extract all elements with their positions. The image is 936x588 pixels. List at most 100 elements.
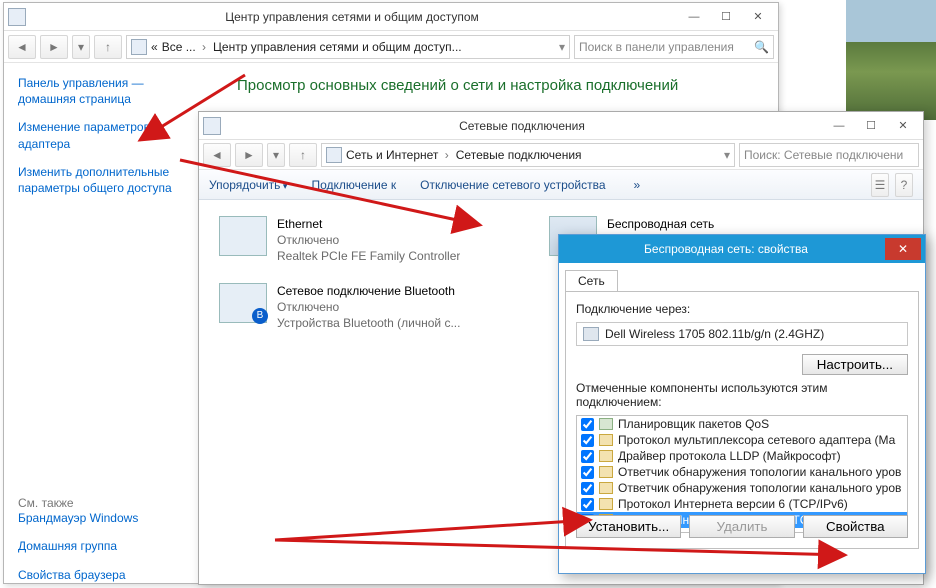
nav-bar: ◄ ► ▾ ↑ « Все ... Центр управления сетям… — [4, 31, 778, 63]
search-placeholder: Поиск в панели управления — [579, 40, 734, 54]
toolbar: Упорядочить Подключение к Отключение сет… — [199, 170, 923, 200]
window-title: Центр управления сетями и общим доступом — [26, 10, 678, 24]
dialog-title: Беспроводная сеть: свойства — [567, 242, 885, 256]
properties-button[interactable]: Свойства — [803, 515, 908, 538]
titlebar: Сетевые подключения — ☐ ✕ — [199, 112, 923, 140]
protocol-icon — [599, 466, 613, 478]
up-button[interactable]: ↑ — [289, 143, 317, 167]
component-label: Планировщик пакетов QoS — [618, 417, 769, 431]
protocol-icon — [599, 434, 613, 446]
dialog-wifi-properties: Беспроводная сеть: свойства ✕ Сеть Подкл… — [558, 234, 926, 574]
sidebar-link-home[interactable]: Панель управления — домашняя страница — [18, 75, 204, 107]
chevron-icon[interactable]: » — [634, 178, 641, 192]
protocol-icon — [599, 450, 613, 462]
close-button[interactable]: ✕ — [885, 238, 921, 260]
breadcrumb[interactable]: Центр управления сетями и общим доступ..… — [213, 40, 468, 54]
search-icon: 🔍 — [754, 40, 769, 54]
minimize-button[interactable]: — — [678, 6, 710, 28]
window-title: Сетевые подключения — [221, 119, 823, 133]
breadcrumb[interactable]: Сетевые подключения — [456, 148, 588, 162]
component-checkbox[interactable] — [581, 482, 594, 495]
component-checkbox[interactable] — [581, 434, 594, 447]
forward-button[interactable]: ► — [235, 143, 263, 167]
adapter-name: Dell Wireless 1705 802.11b/g/n (2.4GHZ) — [605, 327, 824, 341]
component-item[interactable]: Протокол Интернета версии 6 (TCP/IPv6) — [577, 496, 908, 512]
adapter-name: Беспроводная сеть — [607, 216, 714, 232]
recent-button[interactable]: ▾ — [267, 143, 285, 167]
component-item[interactable]: Планировщик пакетов QoS — [577, 416, 908, 432]
sidebar: Панель управления — домашняя страница Из… — [4, 63, 219, 583]
component-checkbox[interactable] — [581, 450, 594, 463]
dropdown-icon[interactable]: ▾ — [724, 148, 730, 162]
component-label: Ответчик обнаружения топологии канальног… — [618, 465, 901, 479]
forward-button[interactable]: ► — [40, 35, 68, 59]
ethernet-icon — [219, 216, 267, 256]
address-bar[interactable]: Сеть и Интернет Сетевые подключения ▾ — [321, 143, 735, 167]
tab-panel: Подключение через: Dell Wireless 1705 80… — [565, 291, 919, 549]
up-button[interactable]: ↑ — [94, 35, 122, 59]
sidebar-link-homegroup[interactable]: Домашняя группа — [18, 538, 204, 554]
tool-disable[interactable]: Отключение сетевого устройства — [420, 178, 605, 192]
component-item[interactable]: Ответчик обнаружения топологии канальног… — [577, 480, 908, 496]
component-item[interactable]: Драйвер протокола LLDP (Майкрософт) — [577, 448, 908, 464]
service-icon — [599, 418, 613, 430]
back-button[interactable]: ◄ — [8, 35, 36, 59]
adapter-device: Устройства Bluetooth (личной с... — [277, 315, 460, 331]
configure-button[interactable]: Настроить... — [802, 354, 908, 375]
component-label: Драйвер протокола LLDP (Майкрософт) — [618, 449, 841, 463]
sidebar-link-adapter-settings[interactable]: Изменение параметров адаптера — [18, 119, 204, 151]
connect-using-label: Подключение через: — [576, 302, 908, 316]
page-title: Просмотр основных сведений о сети и наст… — [237, 77, 760, 94]
remove-button: Удалить — [689, 515, 794, 538]
see-also-label: См. также — [18, 496, 204, 510]
back-button[interactable]: ◄ — [203, 143, 231, 167]
titlebar: Центр управления сетями и общим доступом… — [4, 3, 778, 31]
bluetooth-icon — [219, 283, 267, 323]
breadcrumb[interactable]: Сеть и Интернет — [346, 148, 452, 162]
adapter-bluetooth[interactable]: Сетевое подключение Bluetooth Отключено … — [219, 283, 519, 332]
component-checkbox[interactable] — [581, 466, 594, 479]
protocol-icon — [599, 482, 613, 494]
view-icon[interactable]: ☰ — [871, 173, 889, 197]
component-label: Ответчик обнаружения топологии канальног… — [618, 481, 901, 495]
protocol-icon — [599, 498, 613, 510]
cp-icon — [131, 39, 147, 55]
adapter-name: Сетевое подключение Bluetooth — [277, 283, 460, 299]
tool-connect[interactable]: Подключение к — [311, 178, 396, 192]
app-icon — [203, 117, 221, 135]
adapter-device: Realtek PCIe FE Family Controller — [277, 248, 460, 264]
install-button[interactable]: Установить... — [576, 515, 681, 538]
sidebar-link-advanced-sharing[interactable]: Изменить дополнительные параметры общего… — [18, 164, 204, 196]
maximize-button[interactable]: ☐ — [855, 115, 887, 137]
maximize-button[interactable]: ☐ — [710, 6, 742, 28]
adapter-status: Отключено — [277, 299, 460, 315]
minimize-button[interactable]: — — [823, 115, 855, 137]
component-label: Протокол мультиплексора сетевого адаптер… — [618, 433, 895, 447]
sidebar-link-firewall[interactable]: Брандмауэр Windows — [18, 510, 204, 526]
component-item[interactable]: Протокол мультиплексора сетевого адаптер… — [577, 432, 908, 448]
nic-icon — [583, 327, 599, 341]
chevron-icon: « — [151, 40, 158, 54]
search-input[interactable]: Поиск в панели управления 🔍 — [574, 35, 774, 59]
components-label: Отмеченные компоненты используются этим … — [576, 381, 908, 409]
sidebar-link-browser[interactable]: Свойства браузера — [18, 567, 204, 583]
adapter-ethernet[interactable]: Ethernet Отключено Realtek PCIe FE Famil… — [219, 216, 519, 265]
nav-bar: ◄ ► ▾ ↑ Сеть и Интернет Сетевые подключе… — [199, 140, 923, 170]
component-checkbox[interactable] — [581, 498, 594, 511]
close-button[interactable]: ✕ — [887, 115, 919, 137]
titlebar: Беспроводная сеть: свойства ✕ — [559, 235, 925, 263]
component-checkbox[interactable] — [581, 418, 594, 431]
adapter-status: Отключено — [277, 232, 460, 248]
component-item[interactable]: Ответчик обнаружения топологии канальног… — [577, 464, 908, 480]
help-icon[interactable]: ? — [895, 173, 913, 197]
breadcrumb[interactable]: Все ... — [162, 40, 209, 54]
adapter-field: Dell Wireless 1705 802.11b/g/n (2.4GHZ) — [576, 322, 908, 346]
recent-button[interactable]: ▾ — [72, 35, 90, 59]
tool-organize[interactable]: Упорядочить — [209, 178, 287, 192]
tab-network[interactable]: Сеть — [565, 270, 618, 292]
desktop-wallpaper — [846, 0, 936, 120]
search-input[interactable]: Поиск: Сетевые подключени — [739, 143, 919, 167]
close-button[interactable]: ✕ — [742, 6, 774, 28]
address-bar[interactable]: « Все ... Центр управления сетями и общи… — [126, 35, 570, 59]
dropdown-icon[interactable]: ▾ — [559, 40, 565, 54]
